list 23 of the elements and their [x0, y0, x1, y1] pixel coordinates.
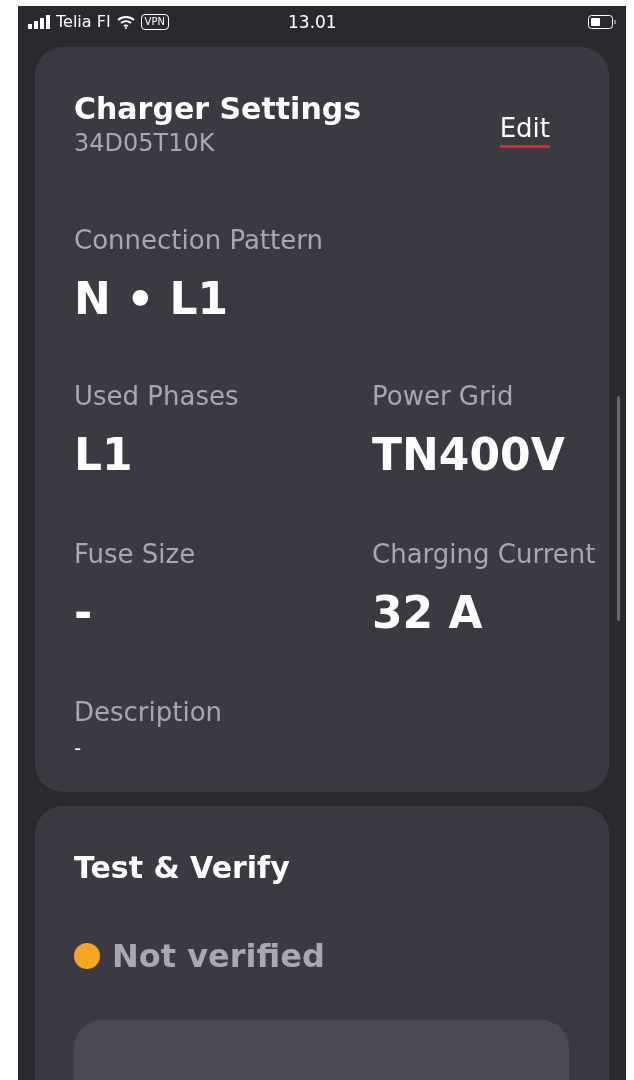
- serial-number: 34D05T10K: [74, 127, 216, 159]
- carrier-name: Telia FI: [56, 11, 111, 34]
- field-label: Fuse Size: [74, 537, 197, 571]
- status-text: Not verified: [112, 936, 325, 977]
- field-value: -: [74, 734, 83, 762]
- field-value: TN400V: [372, 427, 566, 482]
- card-title: Charger Settings: [74, 90, 362, 127]
- field-value: 32 A: [372, 585, 484, 640]
- field-value: -: [74, 585, 94, 640]
- field-label: Connection Pattern: [74, 223, 324, 257]
- field-label: Description: [74, 695, 224, 729]
- field-value: N • L1: [74, 271, 230, 326]
- field-label: Charging Current: [372, 537, 596, 571]
- battery-icon: [588, 15, 616, 30]
- field-value: L1: [74, 427, 134, 482]
- card-title: Test & Verify: [74, 850, 291, 886]
- edit-link[interactable]: Edit: [499, 112, 550, 148]
- wifi-icon: [116, 15, 135, 30]
- field-label: Power Grid: [372, 379, 515, 413]
- vpn-badge: VPN: [140, 14, 169, 31]
- field-label: Used Phases: [74, 379, 240, 413]
- clock-time: 13.01: [288, 10, 337, 34]
- signal-icon: [28, 15, 50, 30]
